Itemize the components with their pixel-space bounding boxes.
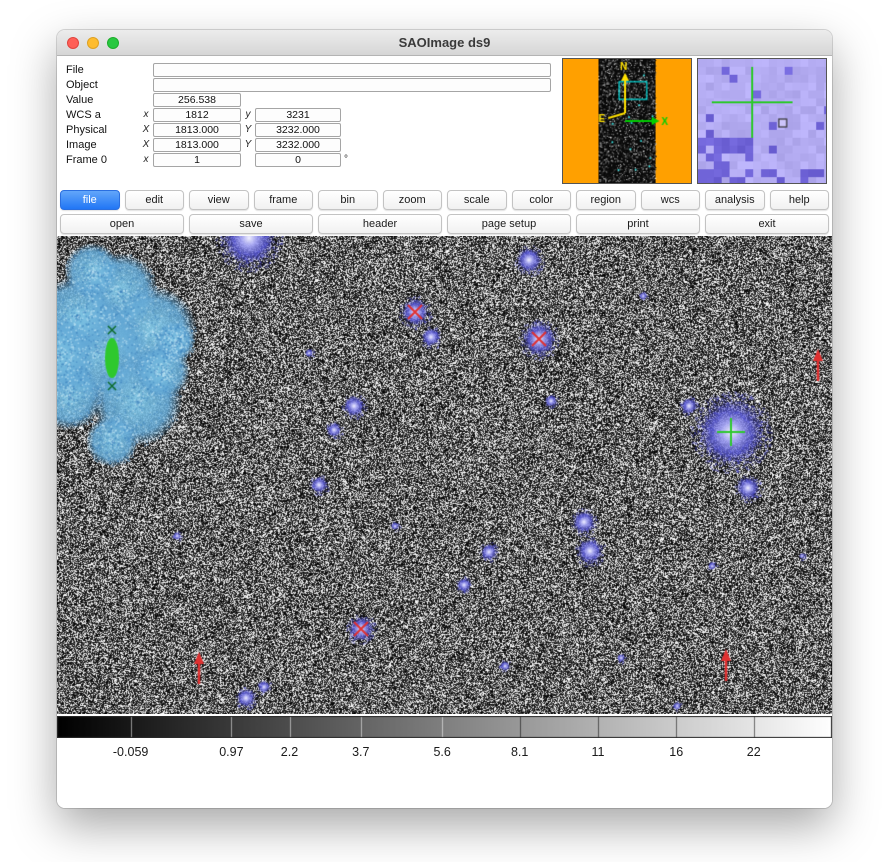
colorbar-tick-label: 8.1 [511,745,528,759]
frame-row: Frame 0 x ° [57,152,562,167]
colorbar-area: -0.059 0.97 2.2 3.7 5.6 8.1 11 16 22 [57,714,832,762]
wcs-y-label: y [241,109,255,120]
bottom-spacer [57,762,832,808]
menu-frame[interactable]: frame [254,190,314,210]
physical-y-field[interactable] [255,123,341,137]
desktop: SAOImage ds9 File Object Value [0,0,889,862]
value-field[interactable] [153,93,241,107]
magnifier [697,58,827,184]
wcs-y-field[interactable] [255,108,341,122]
menu-bin[interactable]: bin [318,190,378,210]
colorbar-tick-label: 11 [591,745,604,759]
physical-x-label: X [139,124,153,135]
image-x-label: X [139,139,153,150]
image-row: Image X Y [57,137,562,152]
panner[interactable] [562,58,692,184]
menu-region[interactable]: region [576,190,636,210]
titlebar[interactable]: SAOImage ds9 [57,30,832,56]
menu-wcs[interactable]: wcs [641,190,701,210]
colorbar-tick-label: 3.7 [352,745,369,759]
menu-scale[interactable]: scale [447,190,507,210]
toolbar-page-setup[interactable]: page setup [447,214,571,234]
traffic-lights [67,37,119,49]
info-area: File Object Value WCS a x [57,56,832,188]
frame-label: Frame 0 [57,154,139,166]
menu-file[interactable]: file [60,190,120,210]
minimize-button[interactable] [87,37,99,49]
frame-rotate-field[interactable] [255,153,341,167]
colorbar-tick-label: 2.2 [281,745,298,759]
physical-y-label: Y [241,124,255,135]
wcs-row: WCS a x y [57,107,562,122]
menu-edit[interactable]: edit [125,190,185,210]
image-y-label: Y [241,139,255,150]
physical-row: Physical X Y [57,122,562,137]
file-toolbar: opensaveheaderpage setupprintexit [57,212,832,236]
colorbar-tick-label: 22 [747,745,761,759]
close-button[interactable] [67,37,79,49]
main-image[interactable] [57,236,832,714]
physical-label: Physical [57,124,139,136]
colorbar-tick-label: 0.97 [219,745,243,759]
image-label: Image [57,139,139,151]
menu-color[interactable]: color [512,190,572,210]
physical-x-field[interactable] [153,123,241,137]
colorbar-ticks: -0.059 0.97 2.2 3.7 5.6 8.1 11 16 22 [57,738,832,762]
image-x-field[interactable] [153,138,241,152]
menu-view[interactable]: view [189,190,249,210]
toolbar-print[interactable]: print [576,214,700,234]
toolbar-open[interactable]: open [60,214,184,234]
value-label: Value [57,94,139,106]
frame-zoom-label: x [139,154,153,165]
toolbar-header[interactable]: header [318,214,442,234]
wcs-x-field[interactable] [153,108,241,122]
info-panel: File Object Value WCS a x [57,56,562,188]
menu-help[interactable]: help [770,190,830,210]
value-row: Value [57,92,562,107]
colorbar-tick-label: -0.059 [113,745,148,759]
image-y-field[interactable] [255,138,341,152]
maximize-button[interactable] [107,37,119,49]
ds9-window: SAOImage ds9 File Object Value [57,30,832,808]
menu-zoom[interactable]: zoom [383,190,443,210]
object-label: Object [57,79,139,91]
menu-analysis[interactable]: analysis [705,190,765,210]
file-row: File [57,62,562,77]
object-row: Object [57,77,562,92]
toolbar-exit[interactable]: exit [705,214,829,234]
file-label: File [57,64,139,76]
wcs-x-label: x [139,109,153,120]
colorbar-tick-label: 5.6 [433,745,450,759]
object-field[interactable] [153,78,551,92]
degree-symbol: ° [344,154,348,165]
frame-zoom-field[interactable] [153,153,241,167]
colorbar[interactable] [57,716,832,738]
menu-bar: fileeditviewframebinzoomscalecolorregion… [57,188,832,212]
colorbar-tick-label: 16 [669,745,683,759]
file-field[interactable] [153,63,551,77]
toolbar-save[interactable]: save [189,214,313,234]
wcs-label: WCS a [57,109,139,121]
window-title: SAOImage ds9 [399,35,491,50]
